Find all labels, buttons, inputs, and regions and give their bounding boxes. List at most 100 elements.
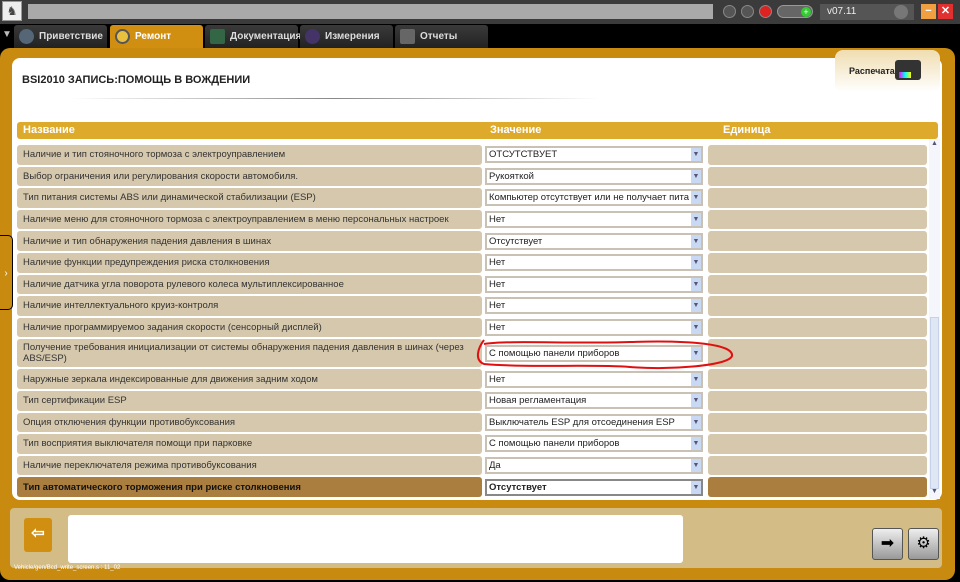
next-button[interactable]: ➡ bbox=[872, 528, 903, 560]
tab-label: Ремонт bbox=[135, 31, 172, 42]
unit-cell bbox=[708, 296, 927, 316]
table-row[interactable]: Наличие датчика угла поворота рулевого к… bbox=[17, 274, 928, 296]
table-row[interactable]: Тип автоматического торможения при риске… bbox=[17, 476, 928, 498]
user-icon[interactable] bbox=[741, 5, 754, 18]
column-header-name: Название bbox=[23, 124, 75, 136]
parameter-name: Наличие функции предупреждения риска сто… bbox=[17, 253, 482, 273]
parameter-name: Получение требования инициализации от си… bbox=[17, 339, 482, 368]
parameter-name: Наличие датчика угла поворота рулевого к… bbox=[17, 274, 482, 295]
close-button[interactable]: ✕ bbox=[938, 4, 953, 19]
chevron-down-icon[interactable]: ▼ bbox=[691, 437, 701, 451]
value-dropdown[interactable]: Новая регламентация ▼ bbox=[485, 392, 703, 410]
chevron-down-icon[interactable]: ▼ bbox=[691, 372, 701, 386]
chevron-down-icon[interactable]: ▼ bbox=[2, 29, 12, 40]
scroll-up-icon[interactable]: ▲ bbox=[930, 140, 939, 150]
chevron-down-icon[interactable]: ▼ bbox=[691, 415, 701, 429]
unit-cell bbox=[708, 188, 927, 208]
peugeot-logo: ♞ bbox=[2, 1, 22, 21]
battery-indicator: + bbox=[777, 5, 813, 18]
chevron-down-icon[interactable]: ▼ bbox=[691, 169, 701, 183]
tab-label: Приветствие bbox=[39, 31, 103, 42]
value-text: Отсутствует bbox=[489, 235, 543, 247]
unit-cell bbox=[708, 274, 927, 295]
unit-cell bbox=[708, 412, 927, 433]
value-dropdown[interactable]: Нет ▼ bbox=[485, 211, 703, 229]
value-dropdown[interactable]: Компьютер отсутствует или не получает пи… bbox=[485, 189, 703, 207]
settings-button[interactable]: ⚙ bbox=[908, 528, 939, 560]
chevron-down-icon[interactable]: ▼ bbox=[691, 321, 701, 335]
email-icon[interactable] bbox=[759, 5, 772, 18]
tab-label: Документация bbox=[230, 31, 302, 42]
table-row[interactable]: Наличие интеллектуального круиз-контроля… bbox=[17, 295, 928, 317]
unit-cell bbox=[708, 391, 927, 411]
table-row[interactable]: Наличие и тип обнаружения падения давлен… bbox=[17, 230, 928, 252]
back-button[interactable]: ⇦ bbox=[24, 518, 52, 552]
chevron-down-icon[interactable]: ▼ bbox=[691, 234, 701, 248]
tab-repair[interactable]: Ремонт bbox=[110, 25, 203, 48]
tab-documentation[interactable]: Документация bbox=[205, 25, 302, 48]
tab-measurements[interactable]: Измерения bbox=[300, 25, 393, 48]
message-box bbox=[68, 515, 683, 563]
value-dropdown[interactable]: ОТСУТСТВУЕТ ▼ bbox=[485, 146, 703, 164]
plus-icon[interactable]: + bbox=[801, 7, 811, 17]
power-icon[interactable] bbox=[894, 5, 908, 19]
table-row[interactable]: Наличие переключателя режима противобукс… bbox=[17, 455, 928, 477]
table-scrollbar[interactable]: ▲ ▼ bbox=[929, 139, 940, 499]
scroll-down-icon[interactable]: ▼ bbox=[930, 488, 939, 498]
column-header-value: Значение bbox=[490, 124, 542, 136]
parameter-name: Выбор ограничения или регулирования скор… bbox=[17, 166, 482, 187]
chevron-down-icon[interactable]: ▼ bbox=[691, 394, 701, 408]
table-row[interactable]: Тип восприятия выключателя помощи при па… bbox=[17, 433, 928, 455]
unit-cell bbox=[708, 477, 927, 497]
chevron-down-icon[interactable]: ▼ bbox=[691, 191, 701, 205]
table-header: Название Значение Единица bbox=[17, 122, 938, 139]
value-text: Нет bbox=[489, 300, 506, 312]
title-divider bbox=[70, 98, 600, 99]
table-row[interactable]: Тип питания системы ABS или динамической… bbox=[17, 187, 928, 209]
table-row[interactable]: Выбор ограничения или регулирования скор… bbox=[17, 166, 928, 188]
gear-icon: ⚙ bbox=[916, 535, 931, 552]
version-label: v07.11 bbox=[827, 6, 857, 17]
parameter-name: Наличие и тип обнаружения падения давлен… bbox=[17, 231, 482, 251]
value-dropdown[interactable]: Нет ▼ bbox=[485, 254, 703, 272]
parameter-name: Тип сертификации ESP bbox=[17, 391, 482, 411]
column-header-unit: Единица bbox=[723, 124, 771, 136]
value-dropdown[interactable]: Нет ▼ bbox=[485, 275, 703, 293]
chevron-down-icon[interactable]: ▼ bbox=[691, 459, 701, 473]
value-dropdown[interactable]: Нет ▼ bbox=[485, 297, 703, 315]
value-dropdown[interactable]: С помощью панели приборов ▼ bbox=[485, 435, 703, 453]
download-icon[interactable] bbox=[723, 5, 736, 18]
print-button[interactable]: Распечатать bbox=[835, 50, 940, 92]
table-row[interactable]: Тип сертификации ESP Новая регламентация… bbox=[17, 390, 928, 412]
value-dropdown[interactable]: Выключатель ESP для отсоединения ESP ▼ bbox=[485, 413, 703, 431]
value-dropdown[interactable]: Рукояткой ▼ bbox=[485, 167, 703, 185]
parameter-name: Наличие переключателя режима противобукс… bbox=[17, 455, 482, 476]
table-row[interactable]: Наличие функции предупреждения риска сто… bbox=[17, 252, 928, 274]
chevron-down-icon[interactable]: ▼ bbox=[691, 213, 701, 227]
tab-welcome[interactable]: Приветствие bbox=[14, 25, 107, 48]
printer-icon[interactable] bbox=[895, 60, 921, 80]
chevron-down-icon[interactable]: ▼ bbox=[691, 148, 701, 162]
value-dropdown[interactable]: Отсутствует ▼ bbox=[485, 478, 703, 496]
chevron-down-icon[interactable]: ▼ bbox=[691, 277, 701, 291]
red-annotation-ellipse bbox=[477, 339, 733, 369]
waveform-icon bbox=[305, 29, 320, 44]
report-icon bbox=[400, 29, 415, 44]
side-panel-toggle[interactable]: › bbox=[0, 235, 13, 310]
minimize-button[interactable]: − bbox=[921, 4, 936, 19]
table-row[interactable]: Опция отключения функции противобуксован… bbox=[17, 412, 928, 434]
tab-label: Измерения bbox=[325, 31, 380, 42]
tab-label: Отчеты bbox=[420, 31, 458, 42]
value-text: Новая регламентация bbox=[489, 395, 587, 407]
chevron-down-icon[interactable]: ▼ bbox=[691, 480, 701, 494]
chevron-down-icon[interactable]: ▼ bbox=[691, 256, 701, 270]
chevron-down-icon[interactable]: ▼ bbox=[691, 299, 701, 313]
value-text: С помощью панели приборов bbox=[489, 438, 620, 450]
scrollbar-thumb[interactable] bbox=[930, 317, 939, 489]
value-dropdown[interactable]: Отсутствует ▼ bbox=[485, 232, 703, 250]
parameter-name: Наличие интеллектуального круиз-контроля bbox=[17, 296, 482, 316]
table-row[interactable]: Наличие меню для стояночного тормоза с э… bbox=[17, 209, 928, 231]
table-row[interactable]: Наличие и тип стояночного тормоза с элек… bbox=[17, 144, 928, 166]
value-dropdown[interactable]: Да ▼ bbox=[485, 457, 703, 475]
tab-reports[interactable]: Отчеты bbox=[395, 25, 488, 48]
